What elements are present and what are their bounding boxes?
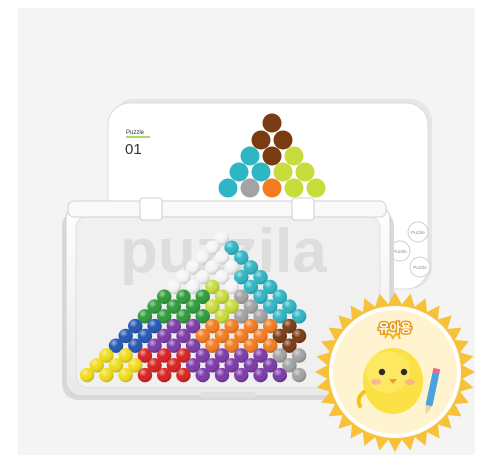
card-side-button-label: Puzzle xyxy=(411,230,425,235)
age-sticker: 유아용 xyxy=(315,292,475,452)
card-number: 01 xyxy=(125,141,142,158)
card-dot xyxy=(240,146,260,166)
card-dot xyxy=(262,113,282,133)
card-dot xyxy=(218,178,238,198)
puzzle-ball xyxy=(195,367,210,383)
card-side-button: Puzzle xyxy=(409,256,431,278)
sticker-label: 유아용 xyxy=(378,320,411,335)
card-dot xyxy=(262,178,282,198)
product-photo: Puzzle 01 PuzzlePuzzlePuzzle puzzila 유아용 xyxy=(0,0,493,465)
puzzle-ball xyxy=(79,367,95,383)
puzzle-ball xyxy=(291,367,307,383)
tray-lid-hinge xyxy=(67,200,387,218)
card-dot xyxy=(251,162,271,182)
card-side-button-label: Puzzle xyxy=(413,265,427,270)
puzzle-ball xyxy=(234,367,249,383)
card-side-button: Puzzle xyxy=(407,221,429,243)
puzzle-ball xyxy=(253,367,268,383)
card-dot xyxy=(251,130,271,150)
card-dot xyxy=(306,178,326,198)
card-dot xyxy=(284,178,304,198)
card-dot xyxy=(295,162,315,182)
puzzle-ball xyxy=(176,367,191,383)
puzzle-ball xyxy=(118,367,133,383)
card-dot xyxy=(284,146,304,166)
card-dot xyxy=(273,130,293,150)
card-dot xyxy=(262,146,282,166)
card-caption: Puzzle xyxy=(126,130,145,136)
puzzle-ball xyxy=(214,367,230,383)
card-dot xyxy=(240,178,260,198)
puzzle-ball xyxy=(272,367,288,383)
card-dot xyxy=(229,162,249,182)
card-dot xyxy=(273,162,293,182)
card-side-button-label: Puzzle xyxy=(393,249,407,254)
puzzle-ball xyxy=(99,367,114,383)
puzzle-ball xyxy=(137,367,153,383)
puzzle-ball xyxy=(156,367,172,383)
